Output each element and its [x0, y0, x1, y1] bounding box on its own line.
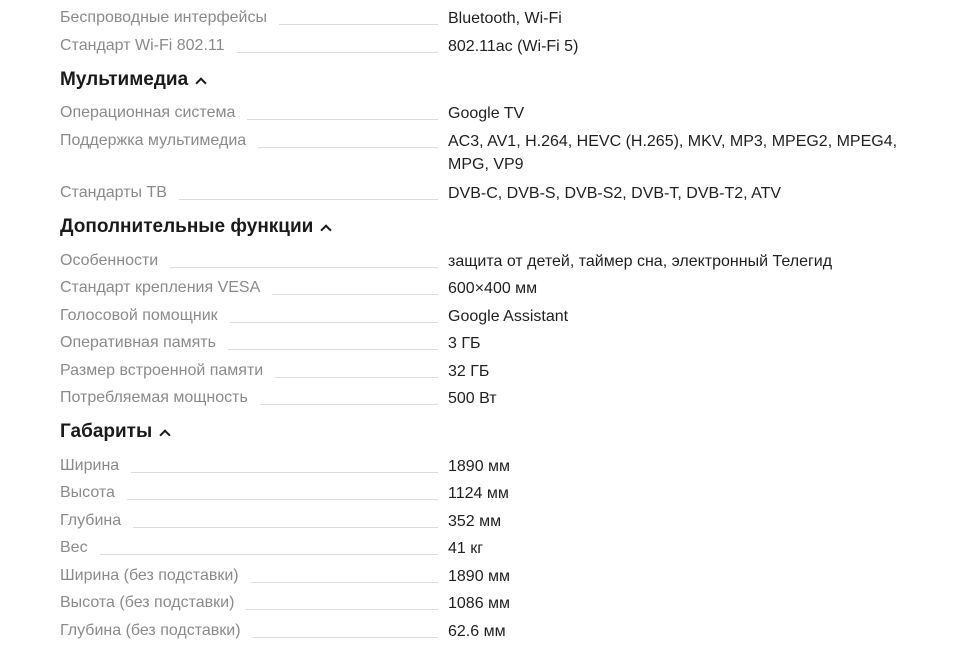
spec-name: Голосовой помощник	[60, 305, 438, 327]
dotted-leader	[252, 636, 438, 638]
spec-name: Беспроводные интерфейсы	[60, 7, 438, 29]
spec-label: Глубина (без подставки)	[60, 620, 253, 642]
section-title-text: Дополнительные функции	[60, 216, 314, 237]
dotted-leader	[236, 51, 438, 53]
spec-label: Стандарты ТВ	[60, 182, 179, 204]
dotted-leader	[131, 471, 438, 473]
spec-name: Стандарт крепления VESA	[60, 277, 438, 299]
spec-label: Голосовой помощник	[60, 305, 230, 327]
spec-name: Высота	[60, 482, 438, 504]
chevron-up-icon[interactable]	[159, 428, 171, 441]
spec-value: 500 Вт	[448, 390, 497, 407]
dotted-leader	[170, 266, 438, 268]
dotted-leader	[99, 553, 438, 555]
spec-value: защита от детей, таймер сна, электронный…	[448, 253, 833, 270]
spec-name: Ширина	[60, 455, 438, 477]
spec-value: 1124 мм	[448, 485, 509, 502]
spec-name: Потребляемая мощность	[60, 387, 438, 409]
section-title-text: Габариты	[60, 421, 153, 442]
dotted-leader	[250, 581, 438, 583]
spec-value: Bluetooth, Wi-Fi	[448, 10, 562, 27]
spec-value: AC3, AV1, H.264, HEVC (H.265), MKV, MP3,…	[448, 133, 898, 173]
spec-label: Потребляемая мощность	[60, 387, 260, 409]
dotted-leader	[246, 608, 438, 610]
spec-label: Поддержка мультимедиа	[60, 130, 259, 152]
spec-name: Ширина (без подставки)	[60, 565, 438, 587]
spec-name: Особенности	[60, 250, 438, 272]
spec-value: 3 ГБ	[448, 335, 481, 352]
spec-value: 600×400 мм	[448, 280, 538, 297]
chevron-up-icon[interactable]	[195, 76, 207, 89]
spec-name: Вес	[60, 537, 438, 559]
spec-value: 1890 мм	[448, 458, 511, 475]
spec-name: Поддержка мультимедиа	[60, 130, 438, 152]
spec-label: Вес	[60, 537, 100, 559]
spec-name: Оперативная память	[60, 332, 438, 354]
dotted-leader	[229, 321, 438, 323]
spec-value: 1890 мм	[448, 568, 511, 585]
chevron-up-icon[interactable]	[320, 223, 333, 236]
spec-value: 62.6 мм	[448, 623, 506, 640]
spec-name: Высота (без подставки)	[60, 592, 438, 614]
spec-value: Google Assistant	[448, 308, 569, 325]
spec-label: Особенности	[60, 250, 171, 272]
dotted-leader	[259, 403, 438, 405]
dotted-leader	[275, 376, 438, 378]
spec-value: DVB-C, DVB-S, DVB-S2, DVB-T, DVB-T2, ATV	[448, 185, 782, 202]
spec-name: Стандарт Wi-Fi 802.11	[60, 35, 438, 57]
spec-label: Стандарт крепления VESA	[60, 277, 273, 299]
dotted-leader	[278, 23, 438, 25]
spec-value: 41 кг	[448, 540, 484, 557]
spec-name: Операционная система	[60, 102, 438, 124]
spec-name: Глубина (без подставки)	[60, 620, 438, 642]
spec-value: 32 ГБ	[448, 363, 490, 380]
dotted-leader	[247, 118, 438, 120]
spec-label: Операционная система	[60, 102, 248, 124]
spec-value: 352 мм	[448, 513, 502, 530]
dotted-leader	[272, 293, 438, 295]
spec-label: Высота	[60, 482, 127, 504]
dotted-leader	[126, 498, 438, 500]
spec-value: 802.11ac (Wi-Fi 5)	[448, 38, 579, 55]
spec-label: Глубина	[60, 510, 134, 532]
spec-label: Ширина (без подставки)	[60, 565, 251, 587]
spec-label: Оперативная память	[60, 332, 228, 354]
spec-label: Беспроводные интерфейсы	[60, 7, 279, 29]
spec-label: Высота (без подставки)	[60, 592, 247, 614]
spec-name: Стандарты ТВ	[60, 182, 438, 204]
section-title-text: Мультимедиа	[60, 69, 189, 90]
spec-value: 1086 мм	[448, 595, 511, 612]
spec-name: Размер встроенной памяти	[60, 360, 438, 382]
section-title-multimedia[interactable]: Мультимедиа	[60, 68, 207, 92]
section-title-extra-functions[interactable]: Дополнительные функции	[60, 215, 333, 239]
dotted-leader	[227, 348, 438, 350]
spec-label: Ширина	[60, 455, 132, 477]
dotted-leader	[178, 198, 438, 200]
spec-label: Размер встроенной памяти	[60, 360, 276, 382]
spec-name: Глубина	[60, 510, 438, 532]
dotted-leader	[133, 526, 438, 528]
section-title-dimensions[interactable]: Габариты	[60, 420, 171, 444]
spec-label: Стандарт Wi-Fi 802.11	[60, 35, 237, 57]
dotted-leader	[258, 146, 438, 148]
spec-value: Google TV	[448, 105, 525, 122]
